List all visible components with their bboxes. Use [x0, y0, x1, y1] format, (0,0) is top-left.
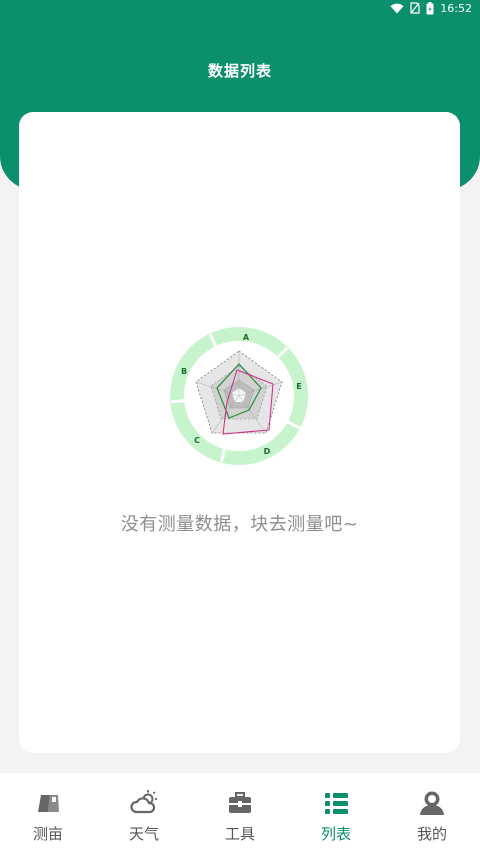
radar-label-b: B — [181, 367, 187, 376]
radar-label-d: D — [264, 447, 271, 456]
status-time: 16:52 — [440, 1, 472, 15]
tab-label: 工具 — [224, 825, 255, 843]
map-icon — [38, 795, 59, 812]
page-title: 数据列表 — [207, 62, 272, 80]
tab-tools[interactable]: 工具 — [192, 773, 288, 852]
empty-state-message: 没有测量数据，块去测量吧~ — [120, 514, 359, 535]
tab-measure[interactable]: 测亩 — [0, 773, 96, 852]
radar-label-a: A — [243, 333, 250, 342]
tab-weather[interactable]: 天气 — [96, 773, 192, 852]
data-list-card: A E D C B 没有测量数据，块去测量吧~ — [19, 112, 460, 753]
wifi-icon — [390, 3, 404, 13]
status-bar: 16:52 — [390, 0, 480, 16]
no-sim-icon — [410, 2, 420, 14]
tab-profile[interactable]: 我的 — [384, 773, 480, 852]
empty-radar-illustration: A E D C B — [170, 327, 308, 465]
tab-label: 我的 — [416, 825, 447, 843]
tab-label: 列表 — [320, 825, 351, 843]
profile-icon — [420, 791, 444, 815]
tab-label: 测亩 — [32, 825, 63, 843]
list-icon — [325, 793, 348, 814]
tab-label: 天气 — [128, 825, 159, 843]
radar-label-c: C — [194, 436, 200, 445]
radar-label-e: E — [296, 382, 301, 391]
weather-icon — [130, 790, 157, 814]
tab-list[interactable]: 列表 — [288, 773, 384, 852]
battery-icon — [426, 1, 434, 14]
bottom-tab-bar: 测亩 天气 工具 列表 我的 — [0, 773, 480, 852]
toolbox-icon — [229, 792, 251, 813]
